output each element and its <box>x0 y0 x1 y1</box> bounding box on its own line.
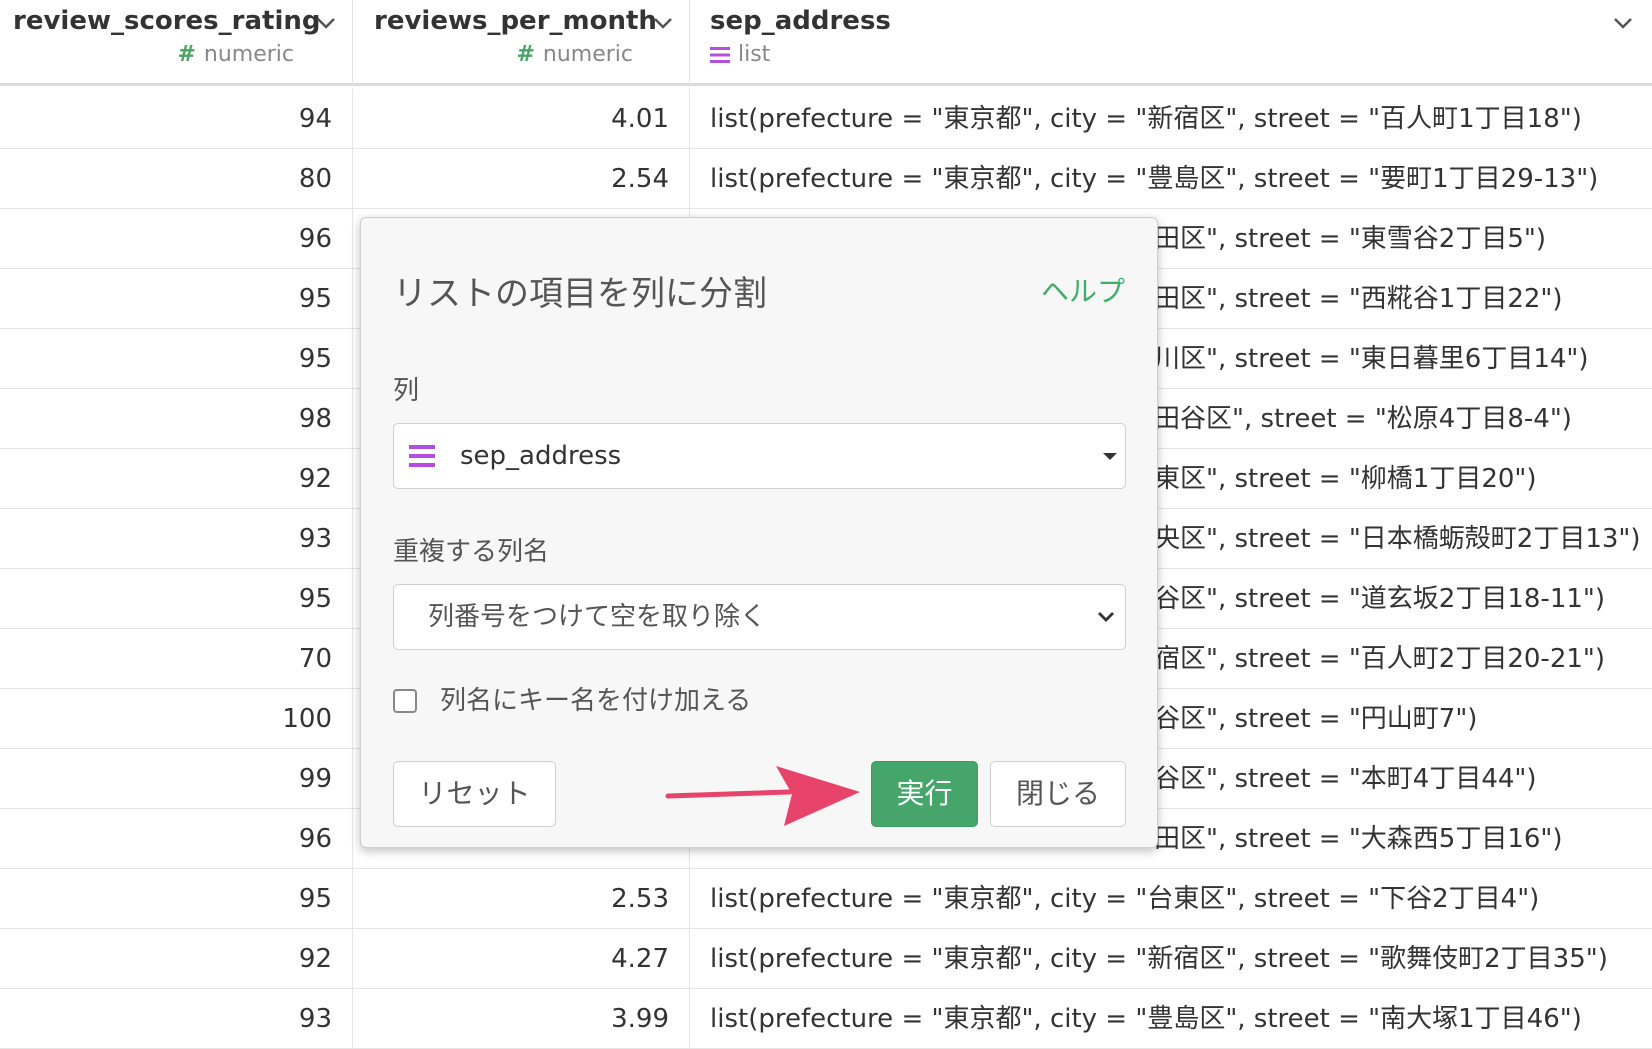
hash-icon: # <box>516 42 535 67</box>
table-row: 95 2.53 list(prefecture = "東京都", city = "台… <box>0 869 1652 929</box>
cell-reviews: 3.99 <box>353 989 690 1049</box>
chevron-down-icon[interactable] <box>1610 10 1636 36</box>
cell-address: 田区", street = "西糀谷1丁目22") <box>1154 284 1563 314</box>
cell-rating: 95 <box>0 269 353 329</box>
cell-address: 谷区", street = "本町4丁目44") <box>1154 764 1537 794</box>
cell-address: 田区", street = "大森西5丁目16") <box>1154 824 1563 854</box>
cell-rating: 95 <box>0 869 353 929</box>
cell-rating: 95 <box>0 329 353 389</box>
column-header-sep-address[interactable]: sep_address list <box>690 0 1652 86</box>
duplicate-name-select[interactable]: 列番号をつけて空を取り除く <box>393 584 1126 650</box>
hash-icon: # <box>177 42 196 67</box>
reset-button[interactable]: リセット <box>393 761 556 827</box>
table-row: 92 4.27 list(prefecture = "東京都", city = "新… <box>0 929 1652 989</box>
cell-rating: 94 <box>0 89 353 149</box>
column-label: 列 <box>393 376 420 406</box>
table-row: 93 3.99 list(prefecture = "東京都", city = "豊… <box>0 989 1652 1049</box>
caret-down-icon <box>1103 453 1117 460</box>
column-type: # numeric <box>177 42 294 67</box>
table-row: 80 2.54 list(prefecture = "東京都", city = "豊… <box>0 149 1652 209</box>
cell-address: 央区", street = "日本橋蛎殻町2丁目13") <box>1154 524 1641 554</box>
column-type: list <box>710 42 770 67</box>
column-select-value: sep_address <box>460 441 622 471</box>
list-icon <box>409 445 435 467</box>
column-type: # numeric <box>516 42 633 67</box>
cell-rating: 99 <box>0 749 353 809</box>
table-row: 94 4.01 list(prefecture = "東京都", city = "新… <box>0 89 1652 149</box>
cell-reviews: 2.54 <box>353 149 690 209</box>
duplicate-name-label: 重複する列名 <box>393 537 550 567</box>
add-key-checkbox[interactable] <box>393 689 417 713</box>
cell-rating: 93 <box>0 509 353 569</box>
close-button[interactable]: 閉じる <box>990 761 1126 827</box>
annotation-arrow-icon <box>665 766 860 826</box>
column-header-reviews-per-month[interactable]: reviews_per_month # numeric <box>353 0 690 86</box>
run-button[interactable]: 実行 <box>871 761 978 827</box>
help-link[interactable]: ヘルプ <box>1041 270 1125 310</box>
split-list-dialog: リストの項目を列に分割 ヘルプ 列 sep_address 重複する列名 列番号… <box>360 217 1158 848</box>
cell-address: 東区", street = "柳橋1丁目20") <box>1154 464 1537 494</box>
column-name: sep_address <box>710 6 891 36</box>
cell-address: 川区", street = "東日暮里6丁目14") <box>1154 344 1589 374</box>
cell-reviews: 4.27 <box>353 929 690 989</box>
cell-rating: 92 <box>0 929 353 989</box>
cell-rating: 93 <box>0 989 353 1049</box>
chevron-down-icon[interactable] <box>650 10 676 36</box>
cell-address: 田区", street = "東雪谷2丁目5") <box>1154 224 1546 254</box>
cell-address: list(prefecture = "東京都", city = "豊島区", s… <box>710 164 1599 194</box>
cell-address: 宿区", street = "百人町2丁目20-21") <box>1154 644 1606 674</box>
dialog-title: リストの項目を列に分割 <box>393 274 767 314</box>
cell-reviews: 4.01 <box>353 89 690 149</box>
cell-address: 谷区", street = "円山町7") <box>1154 704 1478 734</box>
chevron-down-icon[interactable] <box>313 10 339 36</box>
cell-rating: 95 <box>0 569 353 629</box>
cell-address: 田谷区", street = "松原4丁目8-4") <box>1154 404 1572 434</box>
cell-address: 谷区", street = "道玄坂2丁目18-11") <box>1154 584 1606 614</box>
list-icon <box>710 47 730 63</box>
add-key-label: 列名にキー名を付け加える <box>440 686 752 716</box>
cell-address: list(prefecture = "東京都", city = "新宿区", s… <box>710 104 1582 134</box>
cell-reviews: 2.53 <box>353 869 690 929</box>
cell-rating: 100 <box>0 689 353 749</box>
cell-rating: 70 <box>0 629 353 689</box>
column-name: review_scores_rating <box>13 6 321 36</box>
cell-rating: 80 <box>0 149 353 209</box>
duplicate-name-value: 列番号をつけて空を取り除く <box>428 602 767 632</box>
cell-rating: 96 <box>0 209 353 269</box>
cell-address: list(prefecture = "東京都", city = "台東区", s… <box>710 884 1540 914</box>
column-name: reviews_per_month <box>374 6 657 36</box>
cell-rating: 96 <box>0 809 353 869</box>
cell-rating: 92 <box>0 449 353 509</box>
chevron-down-icon <box>1098 612 1114 622</box>
cell-address: list(prefecture = "東京都", city = "新宿区", s… <box>710 944 1608 974</box>
column-header-review-scores-rating[interactable]: review_scores_rating # numeric <box>0 0 353 86</box>
cell-rating: 98 <box>0 389 353 449</box>
column-select[interactable]: sep_address <box>393 423 1126 489</box>
cell-address: list(prefecture = "東京都", city = "豊島区", s… <box>710 1004 1582 1034</box>
